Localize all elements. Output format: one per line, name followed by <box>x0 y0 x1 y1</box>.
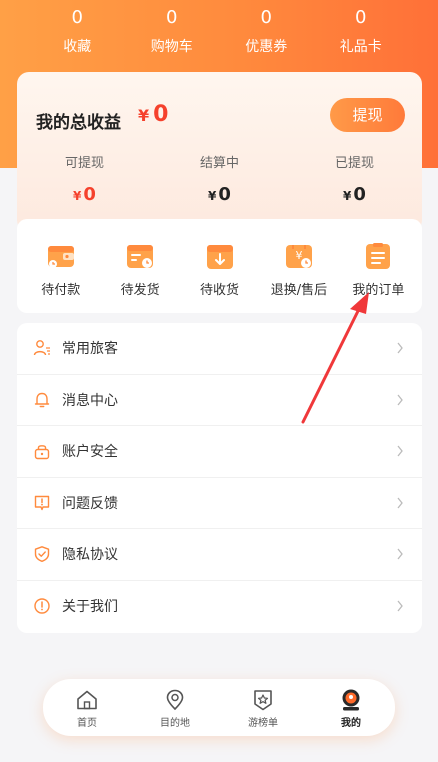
profile-icon <box>342 689 360 711</box>
stat-label: 优惠券 <box>245 39 288 55</box>
stat-giftcards[interactable]: 0 礼品卡 <box>323 0 399 60</box>
withdraw-button[interactable]: 提现 <box>330 98 405 132</box>
menu-label: 问题反馈 <box>62 495 118 512</box>
order-label: 待付款 <box>41 283 81 298</box>
currency-symbol: ¥ <box>73 189 82 203</box>
earnings-col-value: ¥0 <box>152 184 287 205</box>
user-list-icon <box>33 340 50 356</box>
earnings-col-label: 已提现 <box>334 156 374 171</box>
menu-feedback[interactable]: 问题反馈 <box>17 478 422 529</box>
chevron-right-icon <box>397 342 403 354</box>
tab-rankings[interactable]: 游榜单 <box>219 679 307 736</box>
menu-label: 隐私协议 <box>62 547 118 564</box>
order-pending-shipment[interactable]: 待发货 <box>100 219 179 313</box>
order-label: 待收货 <box>200 283 240 298</box>
stat-label: 礼品卡 <box>339 39 382 55</box>
info-icon <box>34 598 50 614</box>
menu-label: 消息中心 <box>62 392 118 409</box>
tab-label: 游榜单 <box>248 718 278 729</box>
menu-account-security[interactable]: 账户安全 <box>17 426 422 478</box>
menu-label: 账户安全 <box>62 444 118 461</box>
currency-symbol: ¥ <box>208 189 217 203</box>
currency-symbol: ¥ <box>138 106 150 125</box>
earnings-col-value: ¥0 <box>287 184 422 205</box>
chevron-right-icon <box>397 600 403 612</box>
menu-message-center[interactable]: 消息中心 <box>17 375 422 426</box>
earnings-title: 我的总收益 <box>36 113 121 133</box>
amount: 0 <box>83 184 96 205</box>
order-label: 待发货 <box>120 283 160 298</box>
order-my-orders[interactable]: 我的订单 <box>339 219 418 313</box>
stat-value: 0 <box>355 7 367 28</box>
menu-about-us[interactable]: 关于我们 <box>17 581 422 633</box>
earnings-settling: 结算中 ¥0 <box>152 152 287 205</box>
order-pending-payment[interactable]: 待付款 <box>21 219 100 313</box>
order-list-icon <box>366 243 391 269</box>
tab-mine[interactable]: 我的 <box>307 679 395 736</box>
earnings-total-value: 0 <box>153 102 169 127</box>
amount: 0 <box>353 184 366 205</box>
stat-label: 收藏 <box>63 39 92 55</box>
chevron-right-icon <box>397 497 403 509</box>
menu-privacy-policy[interactable]: 隐私协议 <box>17 529 422 581</box>
tab-label: 目的地 <box>160 718 190 729</box>
menu-label: 关于我们 <box>62 599 118 616</box>
earnings-col-label: 结算中 <box>199 156 239 171</box>
tab-label: 我的 <box>341 718 361 729</box>
wallet-icon <box>47 246 74 268</box>
bell-icon <box>34 392 50 407</box>
stat-coupons[interactable]: 0 优惠券 <box>228 0 304 60</box>
menu-label: 常用旅客 <box>62 341 118 358</box>
box-clock-icon <box>127 245 154 268</box>
order-refund-service[interactable]: ¥ 退换/售后 <box>259 219 338 313</box>
order-label: 我的订单 <box>352 283 405 298</box>
location-icon <box>166 689 184 711</box>
stat-favorites[interactable]: 0 收藏 <box>39 0 115 60</box>
order-status-card: 待付款 待发货 待收货 ¥ 退换/售后 我的订单 <box>17 219 422 313</box>
stat-value: 0 <box>260 7 272 28</box>
menu-frequent-travelers[interactable]: 常用旅客 <box>17 323 422 375</box>
shield-icon <box>34 546 50 563</box>
earnings-breakdown: 可提现 ¥0 结算中 ¥0 已提现 ¥0 <box>17 152 422 205</box>
earnings-col-value: ¥0 <box>17 184 152 205</box>
earnings-withdrawn: 已提现 ¥0 <box>287 152 422 205</box>
tab-destination[interactable]: 目的地 <box>131 679 219 736</box>
yen-bag-icon: ¥ <box>285 245 312 268</box>
stat-cart[interactable]: 0 购物车 <box>134 0 210 60</box>
stat-value: 0 <box>166 7 178 28</box>
earnings-card: 我的总收益 ¥0 提现 可提现 ¥0 结算中 ¥0 已提现 ¥0 <box>17 72 422 232</box>
earnings-col-label: 可提现 <box>64 156 104 171</box>
star-badge-icon <box>254 690 272 711</box>
earnings-available: 可提现 ¥0 <box>17 152 152 205</box>
chevron-right-icon <box>397 445 403 457</box>
order-label: 退换/售后 <box>270 283 328 298</box>
chevron-right-icon <box>397 548 403 560</box>
settings-menu: 常用旅客 消息中心 账户安全 问题反馈 隐私协议 关于我们 <box>17 323 422 633</box>
box-down-icon <box>206 245 233 269</box>
amount: 0 <box>218 184 231 205</box>
stats-bar: 0 收藏 0 购物车 0 优惠券 0 礼品卡 <box>0 0 438 60</box>
stat-label: 购物车 <box>150 39 193 55</box>
tab-label: 首页 <box>77 718 97 729</box>
lock-icon <box>34 445 50 460</box>
bottom-tab-bar: 首页 目的地 游榜单 我的 <box>43 679 395 736</box>
order-pending-receipt[interactable]: 待收货 <box>180 219 259 313</box>
currency-symbol: ¥ <box>343 189 352 203</box>
stat-value: 0 <box>71 7 83 28</box>
tab-home[interactable]: 首页 <box>43 679 131 736</box>
earnings-total: ¥0 <box>138 102 168 127</box>
chevron-right-icon <box>397 394 403 406</box>
home-icon <box>77 690 97 710</box>
svg-text:¥: ¥ <box>295 249 302 262</box>
feedback-icon <box>34 495 50 510</box>
